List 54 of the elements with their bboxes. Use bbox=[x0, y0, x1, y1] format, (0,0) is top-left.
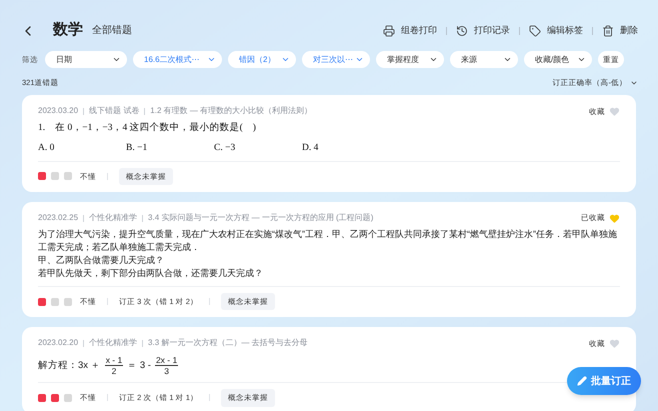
pencil-icon bbox=[577, 376, 587, 386]
page-title: 数学 bbox=[53, 20, 83, 40]
filter-dropdown[interactable]: 日期 bbox=[45, 51, 127, 68]
question-text: 甲、乙两队合做需要几天完成？ bbox=[38, 254, 165, 267]
printer-icon bbox=[383, 24, 395, 36]
tag-icon bbox=[529, 24, 541, 36]
question-source: 个性化精准学 bbox=[89, 212, 138, 224]
chevron-down-icon bbox=[577, 55, 586, 64]
history-icon bbox=[456, 24, 468, 36]
toolbar-button[interactable]: 组卷打印 bbox=[383, 24, 437, 38]
heart-icon[interactable] bbox=[609, 338, 620, 349]
filter-dropdown[interactable]: 收藏/颜色 bbox=[524, 51, 592, 68]
chevron-down-icon bbox=[112, 55, 121, 64]
mastery-square[interactable] bbox=[38, 394, 46, 402]
chevron-down-icon bbox=[281, 55, 290, 64]
page-subtitle: 全部错题 bbox=[92, 24, 132, 38]
answer-option: D. 4 bbox=[302, 140, 390, 155]
question-card[interactable] bbox=[22, 202, 636, 318]
filter-dropdown[interactable]: 错因（2） bbox=[228, 51, 296, 68]
question-text: 1. 在 0，−1，−3，4 这四个数中，最小的数是( ) bbox=[38, 121, 257, 136]
filter-dropdown[interactable]: 掌握程度 bbox=[376, 51, 444, 68]
chevron-down-icon bbox=[429, 55, 438, 64]
equation-text: 解方程：3x ＋ bbox=[38, 358, 101, 373]
chevron-down-icon bbox=[355, 55, 364, 64]
mastery-square[interactable] bbox=[38, 172, 46, 180]
mastery-square[interactable] bbox=[51, 394, 59, 402]
answer-option: B. −1 bbox=[126, 140, 214, 155]
question-topic: 3.4 实际问题与一元一次方程 — 一元一次方程的应用 (工程问题) bbox=[148, 212, 374, 224]
answer-option: A. 0 bbox=[38, 140, 126, 155]
chevron-down-icon bbox=[207, 55, 216, 64]
question-source: 个性化精准学 bbox=[89, 337, 138, 350]
heart-icon[interactable] bbox=[609, 106, 620, 117]
trash-icon bbox=[602, 24, 614, 36]
question-source: 线下错题 试卷 bbox=[89, 105, 140, 118]
heart-icon[interactable] bbox=[609, 212, 620, 224]
fraction: x - 1 2 bbox=[104, 355, 124, 376]
filter-dropdown[interactable]: 对三次以⋯ bbox=[302, 51, 370, 68]
chevron-down-icon bbox=[503, 55, 512, 64]
question-topic: 3.3 解一元一次方程（二）— 去括号与去分母 bbox=[148, 337, 308, 350]
toolbar-button[interactable]: 编辑标签 bbox=[529, 24, 583, 38]
filter-dropdown[interactable]: 来源 bbox=[450, 51, 518, 68]
toolbar-button[interactable]: 删除 bbox=[602, 24, 638, 38]
question-topic: 1.2 有理数 — 有理数的大小比较（利用法则） bbox=[150, 105, 312, 118]
question-date: 2023.03.20 bbox=[38, 105, 78, 118]
toolbar-button[interactable]: 打印记录 bbox=[456, 24, 510, 38]
question-text: 为了治理大气污染，提升空气质量，现在广大农村正在实施“煤改气”工程．甲、乙两个工程队共同承接了某村“燃气壁挂炉注水”任务．若甲队单独施工需天完成；若乙队单独施工需天完成． bbox=[38, 228, 618, 254]
question-text: 若甲队先做天，剩下部分由两队合做，还需要几天完成？ bbox=[38, 267, 264, 280]
fraction: 2x - 1 3 bbox=[154, 355, 178, 376]
answer-option: C. −3 bbox=[214, 140, 302, 155]
mastery-square[interactable] bbox=[38, 298, 46, 306]
question-date: 2023.02.25 bbox=[38, 212, 78, 224]
question-date: 2023.02.20 bbox=[38, 337, 78, 350]
equation-text: ＝ 3 - bbox=[127, 358, 151, 373]
filter-dropdown[interactable]: 16.6二次根式⋯ bbox=[133, 51, 222, 68]
